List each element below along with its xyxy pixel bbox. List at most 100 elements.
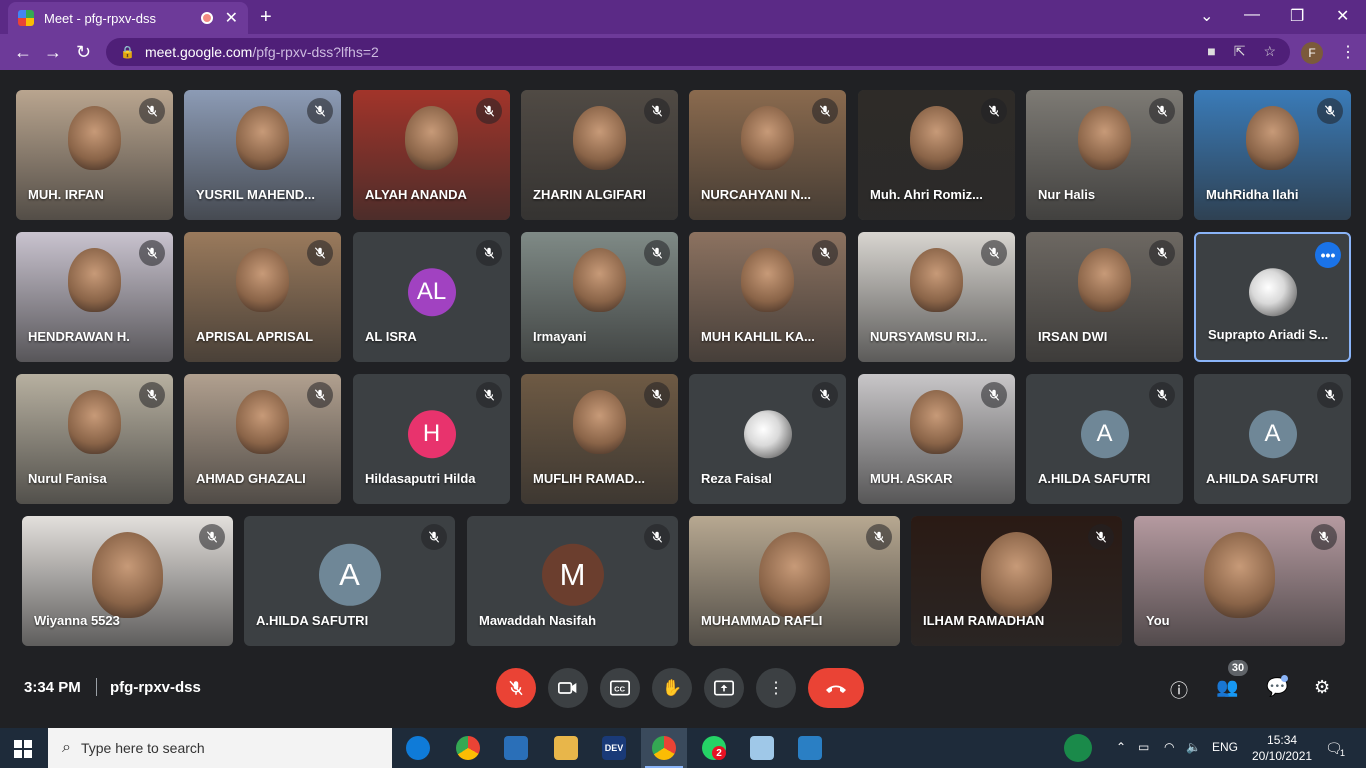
participant-tile[interactable]: APRISAL APRISAL (184, 232, 341, 362)
close-tab-icon[interactable]: ✕ (225, 8, 238, 28)
participant-tile[interactable]: MUH. ASKAR (858, 374, 1015, 504)
participant-tile[interactable]: ALYAH ANANDA (353, 90, 510, 220)
participant-tile[interactable]: ZHARIN ALGIFARI (521, 90, 678, 220)
participant-tile[interactable]: Reza Faisal (689, 374, 846, 504)
mic-muted-icon (866, 524, 892, 550)
new-tab-button[interactable]: + (260, 6, 272, 29)
participant-tile[interactable]: MUH. IRFAN (16, 90, 173, 220)
participant-tile[interactable]: Irmayani (521, 232, 678, 362)
reload-icon[interactable]: ↻ (76, 42, 91, 63)
taskbar-search-input[interactable]: ⌕ Type here to search (48, 728, 392, 768)
participant-tile[interactable]: Suprapto Ariadi S... ••• (1194, 232, 1351, 362)
participant-tile[interactable]: NURSYAMSU RIJ... (858, 232, 1015, 362)
participant-face (1203, 531, 1276, 618)
mic-muted-icon (476, 240, 502, 266)
meet-favicon-icon (18, 10, 34, 26)
file-explorer-icon[interactable] (554, 736, 578, 760)
leave-call-button[interactable] (808, 668, 864, 708)
recording-indicator-icon (200, 12, 213, 24)
profile-avatar[interactable]: F (1301, 42, 1323, 64)
camera-icon[interactable]: ■ (1207, 43, 1215, 60)
participant-tile[interactable]: YUSRIL MAHEND... (184, 90, 341, 220)
participant-tile[interactable]: Nur Halis (1026, 90, 1183, 220)
participant-avatar: A (1080, 410, 1129, 459)
participant-tile[interactable]: A A.HILDA SAFUTRI (1026, 374, 1183, 504)
participant-tile[interactable]: Muh. Ahri Romiz... (858, 90, 1015, 220)
participant-tile[interactable]: AL AL ISRA (353, 232, 510, 362)
store-icon[interactable] (504, 736, 528, 760)
participant-face (980, 531, 1053, 618)
windows-start-icon[interactable] (14, 740, 32, 758)
participant-tile[interactable]: Nurul Fanisa (16, 374, 173, 504)
tray-chevron-icon[interactable]: ⌃ (1116, 740, 1126, 754)
photos-icon[interactable] (798, 736, 822, 760)
more-options-button[interactable]: ⋮ (756, 668, 796, 708)
participant-name: IRSAN DWI (1038, 329, 1108, 344)
captions-button[interactable]: CC (600, 668, 640, 708)
participant-tile[interactable]: MUFLIH RAMAD... (521, 374, 678, 504)
participant-name: NURSYAMSU RIJ... (870, 329, 988, 344)
participant-tile[interactable]: Wiyanna 5523 (22, 516, 233, 646)
edge-icon[interactable] (406, 736, 430, 760)
browser-tab[interactable]: Meet - pfg-rpxv-dss ✕ (8, 2, 248, 34)
participant-tile[interactable]: ILHAM RAMADHAN (911, 516, 1122, 646)
meeting-details-icon[interactable]: ⓘ (1170, 677, 1188, 703)
camera-toggle-button[interactable] (548, 668, 588, 708)
participant-tile[interactable]: A A.HILDA SAFUTRI (1194, 374, 1351, 504)
activities-icon[interactable]: ⚙ (1314, 677, 1330, 698)
tile-more-options-icon[interactable]: ••• (1315, 242, 1341, 268)
chrome-icon[interactable] (456, 736, 480, 760)
search-icon: ⌕ (62, 739, 71, 756)
participant-tile[interactable]: NURCAHYANI N... (689, 90, 846, 220)
address-bar: ← → ↻ 🔒 meet.google.com /pfg-rpxv-dss?lf… (0, 34, 1366, 70)
mic-muted-icon (981, 382, 1007, 408)
participant-tile[interactable]: IRSAN DWI (1026, 232, 1183, 362)
participant-tile[interactable]: MuhRidha Ilahi (1194, 90, 1351, 220)
svg-text:CC: CC (614, 684, 625, 693)
minimize-icon[interactable]: — (1244, 6, 1260, 24)
language-indicator[interactable]: ENG (1212, 740, 1238, 754)
browser-menu-icon[interactable]: ⋮ (1340, 42, 1356, 62)
participant-avatar: A (1248, 410, 1297, 459)
present-screen-button[interactable] (704, 668, 744, 708)
participant-tile[interactable]: MUHAMMAD RAFLI (689, 516, 900, 646)
search-placeholder: Type here to search (80, 740, 205, 756)
participant-tile[interactable]: H Hildasaputri Hilda (353, 374, 510, 504)
raise-hand-button[interactable]: ✋ (652, 668, 692, 708)
people-icon[interactable]: 👥 (1216, 677, 1238, 698)
taskbar-clock[interactable]: 15:34 20/10/2021 (1252, 732, 1312, 764)
present-icon (714, 680, 734, 696)
url-path: /pfg-rpxv-dss?lfhs=2 (252, 44, 379, 60)
participant-tile[interactable]: MUH KAHLIL KA... (689, 232, 846, 362)
close-window-icon[interactable]: ✕ (1336, 6, 1349, 26)
participant-name: Wiyanna 5523 (34, 613, 120, 628)
volume-icon[interactable]: 🔈 (1186, 740, 1201, 754)
mic-toggle-button[interactable] (496, 668, 536, 708)
url-input[interactable]: 🔒 meet.google.com /pfg-rpxv-dss?lfhs=2 ■… (106, 38, 1290, 66)
mic-muted-icon (139, 240, 165, 266)
participant-tile[interactable]: You (1134, 516, 1345, 646)
dev-app-icon[interactable]: DEV (602, 736, 626, 760)
participant-face (1077, 247, 1132, 312)
participant-tile[interactable]: AHMAD GHAZALI (184, 374, 341, 504)
battery-icon[interactable]: ▭ (1138, 740, 1149, 754)
participant-tile[interactable]: M Mawaddah Nasifah (467, 516, 678, 646)
participant-face (1245, 105, 1300, 170)
chrome-profile-icon[interactable] (652, 736, 676, 760)
participant-photo-avatar (743, 410, 792, 459)
url-domain: meet.google.com (144, 44, 253, 60)
wifi-icon[interactable]: ◠ (1164, 740, 1174, 754)
back-arrow-icon[interactable]: ← (14, 42, 32, 63)
notes-app-icon[interactable] (750, 736, 774, 760)
participant-name: Suprapto Ariadi S... (1208, 327, 1329, 342)
tab-search-icon[interactable]: ⌄ (1200, 6, 1213, 26)
bookmark-star-icon[interactable]: ☆ (1263, 43, 1276, 60)
activity-monitor-icon[interactable] (1064, 734, 1092, 762)
forward-arrow-icon[interactable]: → (44, 42, 62, 63)
open-external-icon[interactable]: ⇱ (1234, 43, 1246, 60)
mic-muted-icon (307, 240, 333, 266)
mic-muted-icon (812, 382, 838, 408)
participant-tile[interactable]: A A.HILDA SAFUTRI (244, 516, 455, 646)
participant-tile[interactable]: HENDRAWAN H. (16, 232, 173, 362)
restore-icon[interactable]: ❐ (1290, 6, 1304, 26)
